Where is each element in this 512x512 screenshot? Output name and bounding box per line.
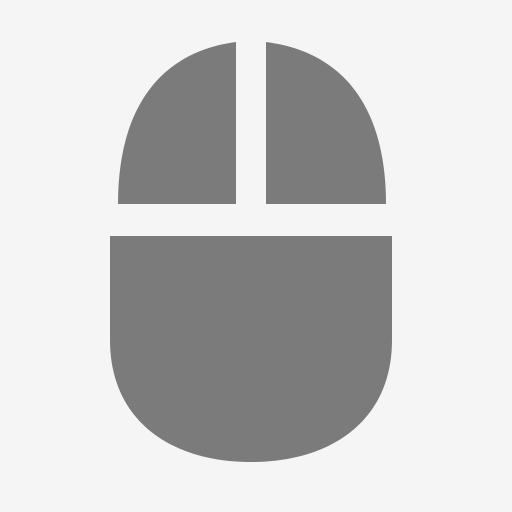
mouse-left-button (118, 42, 236, 204)
mouse-icon (110, 42, 392, 462)
mouse-right-button (266, 42, 386, 204)
icon-canvas (0, 0, 512, 512)
mouse-body (110, 236, 392, 462)
